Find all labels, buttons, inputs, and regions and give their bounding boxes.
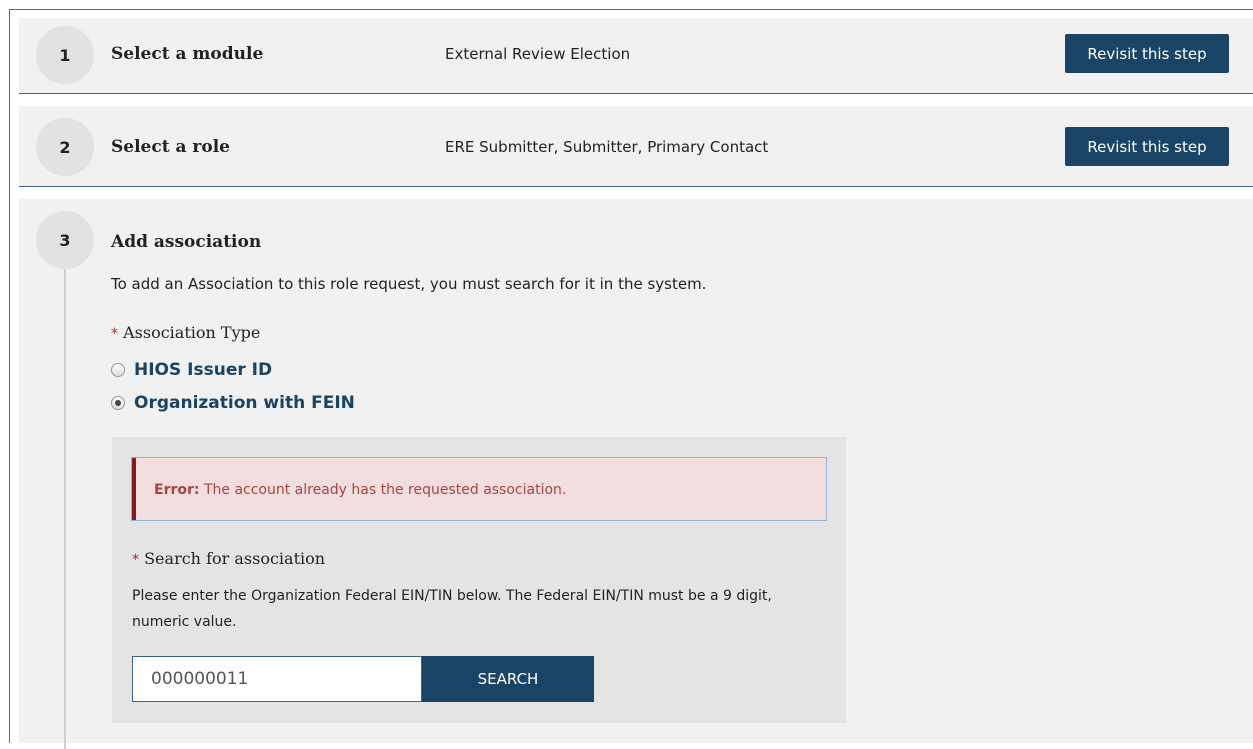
fein-search-input[interactable] bbox=[132, 656, 422, 702]
step-number: 3 bbox=[36, 211, 94, 269]
error-alert: Error: The account already has the reque… bbox=[131, 457, 827, 521]
search-button[interactable]: SEARCH bbox=[422, 656, 594, 702]
radio-label[interactable]: Organization with FEIN bbox=[134, 393, 355, 413]
search-panel: Error: The account already has the reque… bbox=[112, 437, 846, 723]
search-association-label: * Search for association bbox=[132, 549, 325, 568]
step-title: Add association bbox=[111, 232, 262, 252]
radio-label[interactable]: HIOS Issuer ID bbox=[134, 360, 272, 380]
radio-hios-issuer-id[interactable]: HIOS Issuer ID bbox=[111, 360, 272, 380]
association-type-label: * Association Type bbox=[111, 323, 260, 342]
step-number: 1 bbox=[36, 26, 94, 84]
step-value: External Review Election bbox=[445, 45, 631, 63]
step-number: 2 bbox=[36, 118, 94, 176]
revisit-step-2-button[interactable]: Revisit this step bbox=[1065, 127, 1229, 166]
required-marker: * bbox=[111, 326, 118, 342]
error-prefix: Error: bbox=[154, 482, 200, 498]
step-value: ERE Submitter, Submitter, Primary Contac… bbox=[445, 138, 769, 156]
step-title: Select a module bbox=[111, 44, 264, 64]
revisit-step-1-button[interactable]: Revisit this step bbox=[1065, 34, 1229, 73]
error-accent-bar bbox=[132, 458, 136, 520]
step-2-row: 2 Select a role ERE Submitter, Submitter… bbox=[19, 106, 1253, 187]
search-label-text: Search for association bbox=[144, 549, 326, 568]
required-marker: * bbox=[132, 552, 139, 568]
association-type-text: Association Type bbox=[123, 323, 261, 342]
association-intro-text: To add an Association to this role reque… bbox=[111, 275, 707, 293]
error-text: The account already has the requested as… bbox=[203, 482, 567, 498]
step-1-row: 1 Select a module External Review Electi… bbox=[19, 18, 1253, 94]
radio-checked-icon[interactable] bbox=[111, 396, 125, 410]
radio-organization-fein[interactable]: Organization with FEIN bbox=[111, 393, 355, 413]
step-title: Select a role bbox=[111, 137, 230, 157]
step-3-row: 3 Add association To add an Association … bbox=[19, 199, 1253, 749]
timeline-line bbox=[64, 269, 66, 749]
error-message: Error: The account already has the reque… bbox=[154, 482, 566, 498]
search-help-text: Please enter the Organization Federal EI… bbox=[132, 588, 772, 630]
radio-unchecked-icon[interactable] bbox=[111, 363, 125, 377]
